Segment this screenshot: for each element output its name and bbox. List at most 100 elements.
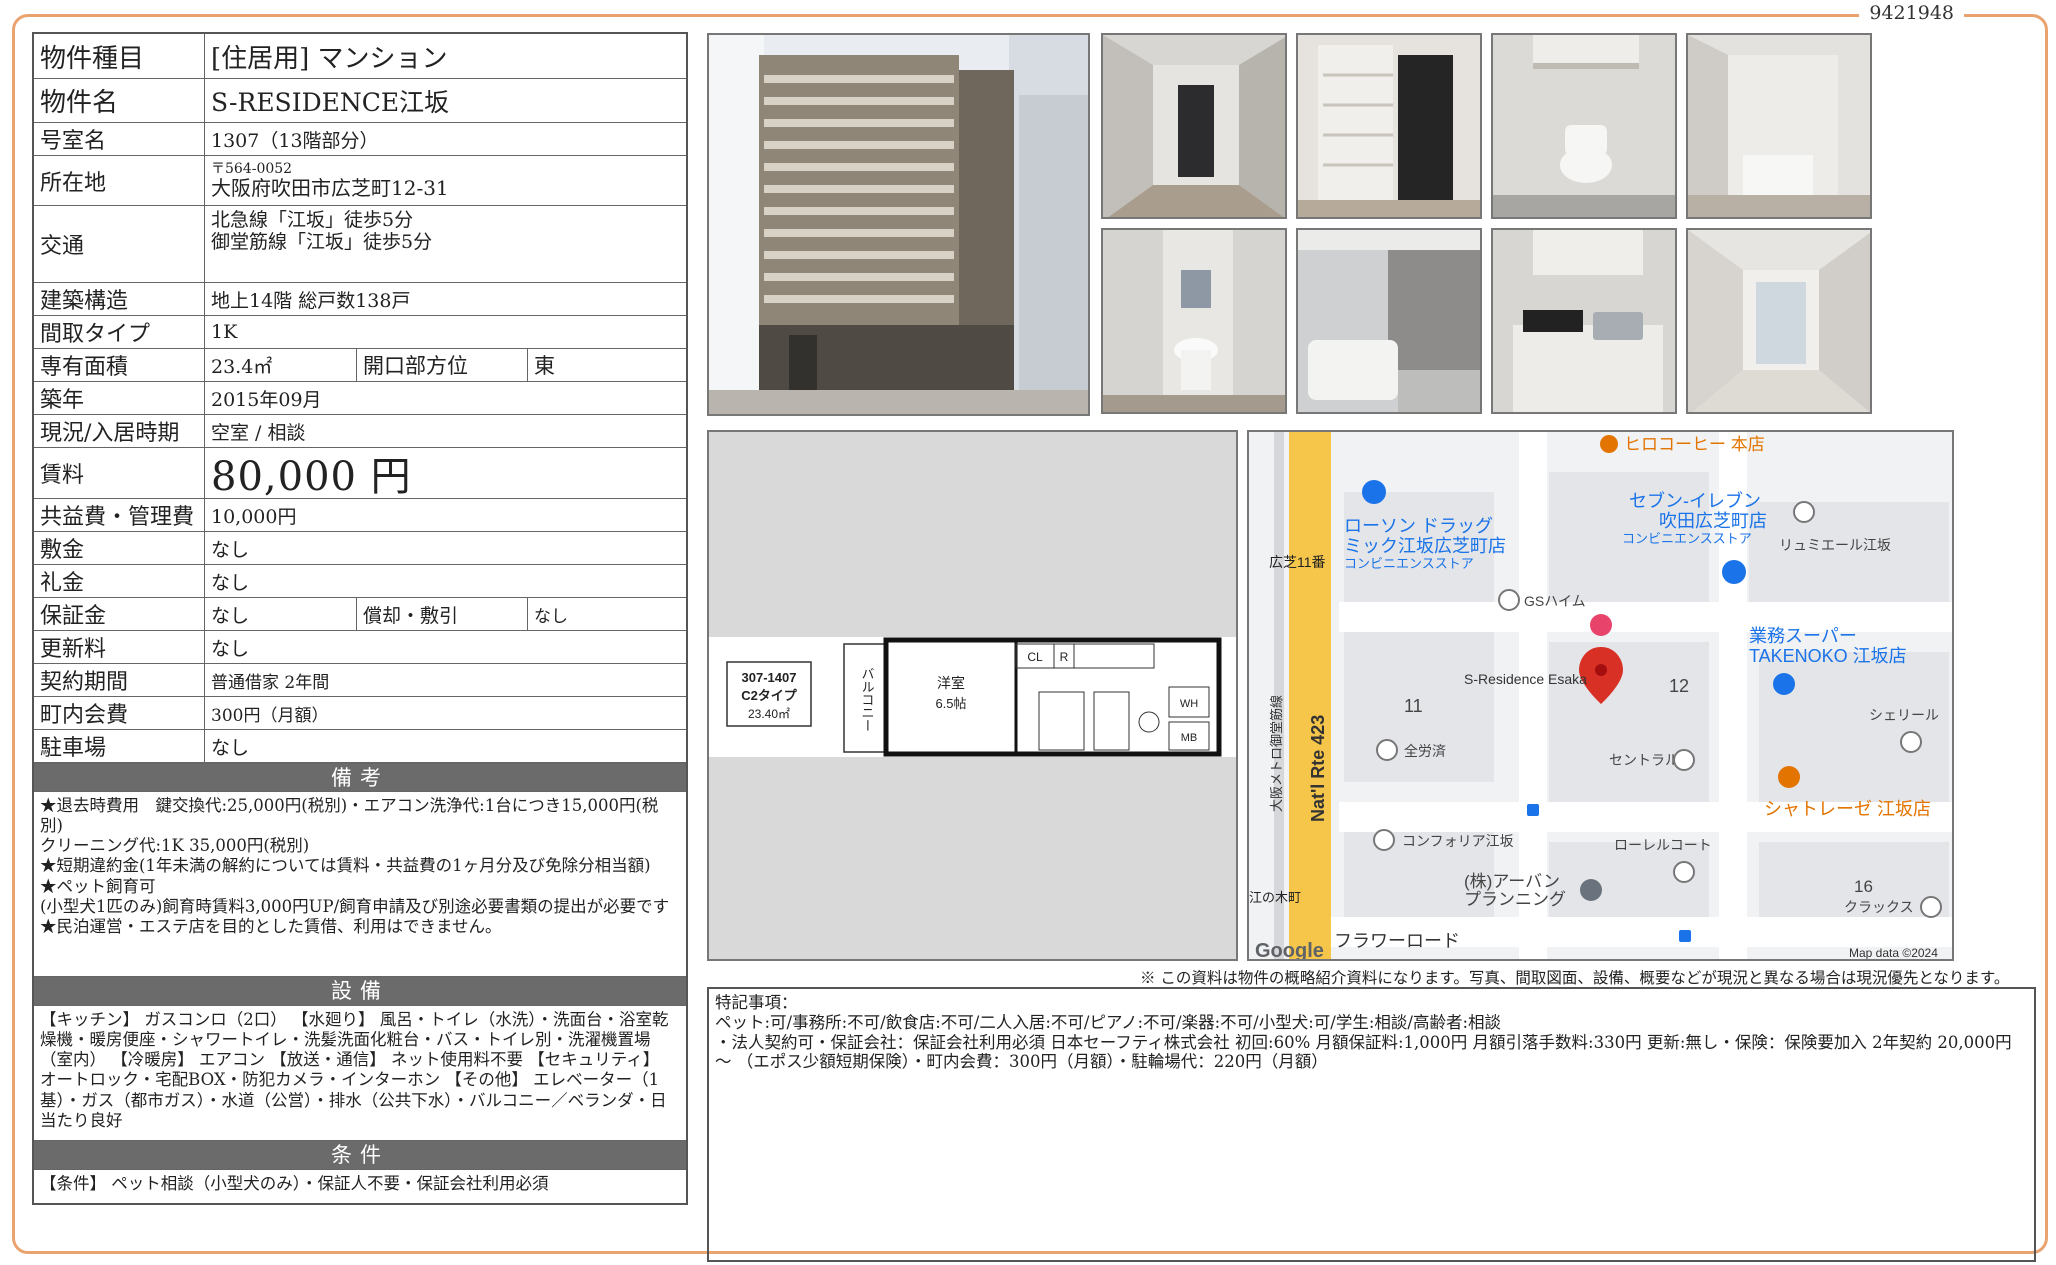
jouken-heading: 条件 — [34, 1141, 686, 1170]
place-pin-icon[interactable] — [1673, 861, 1695, 883]
bikou-line: ★ペット飼育可 — [40, 876, 156, 896]
bikou-body: ★退去時費用 鍵交換代:25,000円(税別)・エアコン洗浄代:1台につき15,… — [34, 792, 686, 977]
plan-meter-box: MB — [1181, 732, 1198, 744]
bikou-line: クリーニング代:1K 35,000円(税別) — [40, 836, 310, 856]
value-status: 空室 / 相談 — [211, 421, 306, 444]
setsubi-body: 【キッチン】 ガスコンロ（2口） 【水廻り】 風呂・トイレ（水洗）・洗面台・浴室… — [34, 1006, 686, 1141]
value-key-money: なし — [211, 571, 250, 594]
value-access: 北急線「江坂」徒歩5分 御堂筋線「江坂」徒歩5分 — [205, 206, 686, 282]
map-poi-seven-3: コンビニエンスストア — [1622, 531, 1752, 546]
map-poi-sres: S-Residence Esaka — [1464, 671, 1587, 687]
map-poi-seven-2: 吹田広芝町店 — [1659, 511, 1767, 531]
bikou-line: ★民泊運営・エステ店を目的とした賃借、利用はできません。 — [40, 916, 502, 936]
label-type: 物件種目 — [34, 34, 205, 78]
setsubi-text: 【キッチン】 ガスコンロ（2口） 【水廻り】 風呂・トイレ（水洗）・洗面台・浴室… — [40, 1010, 669, 1130]
place-pin-icon[interactable] — [1793, 501, 1815, 523]
postal-code: 〒564-0052 — [211, 160, 293, 177]
label-address: 所在地 — [34, 156, 205, 205]
plan-refrigerator: R — [1060, 650, 1069, 664]
map-poi-ryumi: リュミエール江坂 — [1779, 537, 1891, 553]
laundry-space-photo — [1686, 33, 1872, 219]
cafe-pin-icon[interactable] — [1600, 435, 1618, 453]
location-map[interactable]: 広芝11番 江の木町 Nat'l Rte 423 大阪メトロ御堂筋線 ヒロコーヒ… — [1247, 430, 1954, 961]
value-parking: なし — [211, 736, 250, 759]
row-rent: 賃料 80,000 円 — [34, 448, 686, 500]
row-renewal: 更新料 なし — [34, 631, 686, 664]
value-contract: 普通借家 2年間 — [211, 672, 330, 693]
label-name: 物件名 — [34, 79, 205, 122]
label-rent: 賃料 — [34, 448, 205, 498]
map-poi-clax: クラックス — [1844, 899, 1914, 915]
value-layout: 1K — [211, 321, 238, 343]
row-parking: 駐車場 なし — [34, 730, 686, 763]
value-room: 1307（13階部分） — [211, 129, 379, 152]
convenience-pin-icon[interactable] — [1722, 560, 1746, 584]
plan-closet: CL — [1027, 650, 1043, 664]
map-poi-hiro: ヒロコーヒー 本店 — [1624, 435, 1765, 454]
row-address: 所在地 〒564-0052 大阪府吹田市広芝町12-31 — [34, 156, 686, 206]
row-fee: 共益費・管理費 10,000円 — [34, 499, 686, 532]
place-pin-icon[interactable] — [1373, 829, 1395, 851]
plan-room-number: 307-1407 — [742, 670, 797, 685]
label-status: 現況/入居時期 — [34, 415, 205, 447]
label-built: 築年 — [34, 382, 205, 414]
bathroom-photo — [1296, 228, 1482, 414]
map-poi-lawson-3: コンビニエンスストア — [1344, 556, 1474, 571]
row-key-money: 礼金 なし — [34, 565, 686, 598]
restaurant-pin-icon[interactable] — [1778, 766, 1800, 788]
map-subway-label: 大阪メトロ御堂筋線 — [1269, 695, 1284, 812]
map-label-hiroshiba: 広芝11番 — [1269, 554, 1326, 570]
value-direction: 東 — [534, 354, 555, 378]
row-structure: 建築構造 地上14階 総戸数138戸 — [34, 283, 686, 316]
plan-area: 23.40㎡ — [748, 707, 790, 721]
map-poi-urban-1: (株)アーバン — [1464, 872, 1560, 891]
special-remarks: 特記事項： ペット:可/事務所:不可/飲食店:不可/二人入居:不可/ピアノ:不可… — [707, 987, 2036, 1262]
bikou-heading: 備考 — [34, 763, 686, 792]
map-poi-lawson-2: ミック江坂広芝町店 — [1344, 536, 1506, 556]
spec-table: 物件種目 [住居用] マンション 物件名 S-RESIDENCE江坂 号室名 1… — [32, 32, 688, 1205]
label-guarantee: 保証金 — [34, 598, 205, 630]
label-direction: 開口部方位 — [357, 349, 528, 381]
place-pin-icon[interactable] — [1900, 731, 1922, 753]
label-structure: 建築構造 — [34, 283, 205, 315]
value-address: 〒564-0052 大阪府吹田市広芝町12-31 — [205, 156, 686, 205]
value-deposit: なし — [211, 538, 250, 561]
map-block-16: 16 — [1854, 877, 1873, 896]
row-room: 号室名 1307（13階部分） — [34, 123, 686, 156]
map-poi-urban-2: プランニング — [1464, 890, 1566, 909]
entrance-photo — [1101, 33, 1287, 219]
setsubi-heading: 設備 — [34, 977, 686, 1006]
plan-type: C2タイプ — [741, 688, 798, 703]
value-built: 2015年09月 — [211, 388, 322, 411]
value-structure: 地上14階 総戸数138戸 — [211, 289, 411, 312]
bus-stop-icon[interactable] — [1527, 804, 1539, 816]
map-poi-laurel: ローレルコート — [1614, 837, 1712, 853]
place-pin-icon[interactable] — [1673, 749, 1695, 771]
place-pin-icon[interactable] — [1376, 739, 1398, 761]
label-renewal: 更新料 — [34, 631, 205, 663]
toilet-photo — [1491, 33, 1677, 219]
business-pin-icon[interactable] — [1580, 879, 1602, 901]
label-access: 交通 — [34, 206, 205, 282]
bikou-line: ★短期違約金(1年未満の解約については賃料・共益費の1ヶ月分及び免除分相当額) — [40, 856, 651, 876]
label-layout: 間取タイプ — [34, 316, 205, 348]
row-access: 交通 北急線「江坂」徒歩5分 御堂筋線「江坂」徒歩5分 — [34, 206, 686, 283]
place-pin-icon[interactable] — [1920, 896, 1942, 918]
map-poi-lawson-1: ローソン ドラッグ — [1344, 516, 1493, 536]
map-block-11: 11 — [1404, 696, 1423, 716]
convenience-pin-icon[interactable] — [1362, 480, 1386, 504]
row-town-fee: 町内会費 300円（月額） — [34, 697, 686, 730]
shopping-pin-icon[interactable] — [1773, 673, 1795, 695]
place-pin-icon[interactable] — [1498, 589, 1520, 611]
remarks-line: ・法人契約可・保証会社：保証会社利用必須 日本セーフティ株式会社 初回:60% … — [715, 1032, 2012, 1072]
map-poi-central: セントラル — [1609, 752, 1679, 768]
map-poi-conforia: コンフォリア江坂 — [1402, 833, 1514, 849]
map-poi-zenrou: 全労済 — [1404, 743, 1446, 759]
hotel-pin-icon[interactable] — [1590, 614, 1612, 636]
building-exterior-photo — [707, 33, 1090, 416]
disclaimer-note: ※ この資料は物件の概略紹介資料になります。写真、間取図面、設備、概要などが現況… — [1140, 969, 2010, 987]
row-deposit: 敷金 なし — [34, 532, 686, 565]
kitchen-photo — [1491, 228, 1677, 414]
bus-stop-icon[interactable] — [1679, 930, 1691, 942]
map-poi-gyomu-1: 業務スーパー — [1749, 626, 1857, 646]
